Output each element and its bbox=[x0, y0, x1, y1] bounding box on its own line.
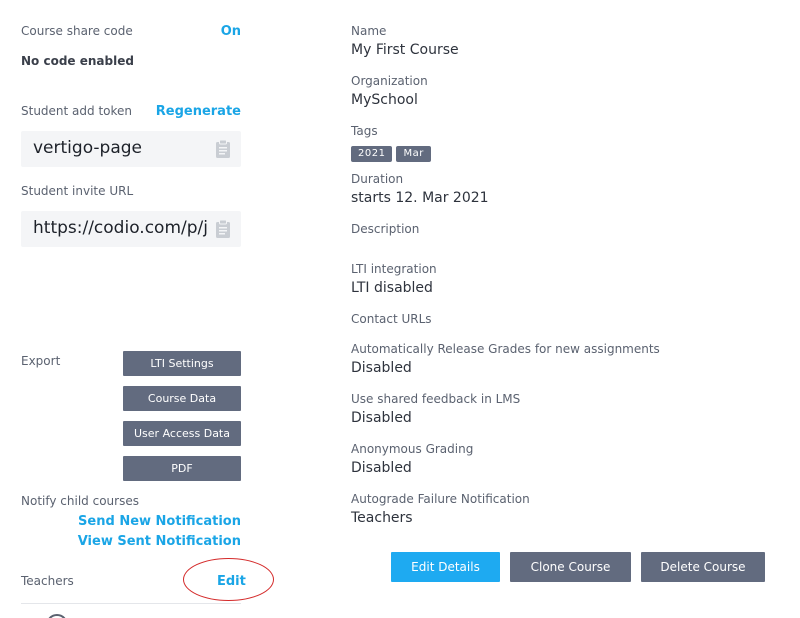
anonymous-grading-label: Anonymous Grading bbox=[351, 442, 474, 456]
organization-label: Organization bbox=[351, 74, 428, 88]
add-token-field[interactable]: vertigo-page bbox=[21, 131, 241, 167]
teachers-label: Teachers bbox=[21, 574, 74, 588]
autograde-failure-label: Autograde Failure Notification bbox=[351, 492, 530, 506]
invite-url-value: https://codio.com/p/join/vertigo-page bbox=[33, 218, 209, 238]
edit-details-button[interactable]: Edit Details bbox=[391, 552, 500, 582]
auto-release-value: Disabled bbox=[351, 360, 412, 376]
name-label: Name bbox=[351, 24, 387, 38]
user-access-data-button[interactable]: User Access Data bbox=[123, 421, 241, 446]
lti-value: LTI disabled bbox=[351, 280, 433, 296]
lti-label: LTI integration bbox=[351, 262, 437, 276]
contact-urls-label: Contact URLs bbox=[351, 312, 432, 326]
avatar bbox=[46, 614, 68, 618]
duration-label: Duration bbox=[351, 172, 404, 186]
share-code-label: Course share code bbox=[21, 24, 133, 38]
course-name: My First Course bbox=[351, 42, 459, 58]
notify-label: Notify child courses bbox=[21, 494, 139, 508]
view-notification-link[interactable]: View Sent Notification bbox=[78, 534, 241, 549]
send-notification-link[interactable]: Send New Notification bbox=[78, 514, 241, 529]
auto-release-label: Automatically Release Grades for new ass… bbox=[351, 342, 660, 356]
divider bbox=[21, 603, 241, 604]
share-code-toggle[interactable]: On bbox=[221, 24, 241, 39]
export-label: Export bbox=[21, 354, 61, 368]
pdf-button[interactable]: PDF bbox=[123, 456, 241, 481]
add-token-label: Student add token bbox=[21, 104, 133, 118]
lti-settings-button[interactable]: LTI Settings bbox=[123, 351, 241, 376]
highlight-circle bbox=[183, 558, 274, 601]
tag-badge: 2021 bbox=[351, 146, 393, 162]
invite-url-label: Student invite URL bbox=[21, 184, 134, 198]
clipboard-icon[interactable] bbox=[215, 219, 231, 239]
delete-course-button[interactable]: Delete Course bbox=[641, 552, 765, 582]
invite-url-field[interactable]: https://codio.com/p/join/vertigo-page bbox=[21, 211, 241, 247]
regenerate-link[interactable]: Regenerate bbox=[156, 104, 241, 119]
organization-value: MySchool bbox=[351, 92, 418, 108]
add-token-value: vertigo-page bbox=[33, 138, 142, 158]
description-label: Description bbox=[351, 222, 420, 236]
shared-feedback-value: Disabled bbox=[351, 410, 412, 426]
share-code-status: No code enabled bbox=[21, 54, 134, 68]
tag-badge: Mar bbox=[396, 146, 431, 162]
clone-course-button[interactable]: Clone Course bbox=[510, 552, 631, 582]
clipboard-icon[interactable] bbox=[215, 139, 231, 159]
tags-label: Tags bbox=[351, 124, 378, 138]
course-data-button[interactable]: Course Data bbox=[123, 386, 241, 411]
shared-feedback-label: Use shared feedback in LMS bbox=[351, 392, 521, 406]
autograde-failure-value: Teachers bbox=[351, 510, 413, 526]
tag-list: 2021 Mar bbox=[351, 141, 435, 162]
duration-value: starts 12. Mar 2021 bbox=[351, 190, 489, 206]
anonymous-grading-value: Disabled bbox=[351, 460, 412, 476]
